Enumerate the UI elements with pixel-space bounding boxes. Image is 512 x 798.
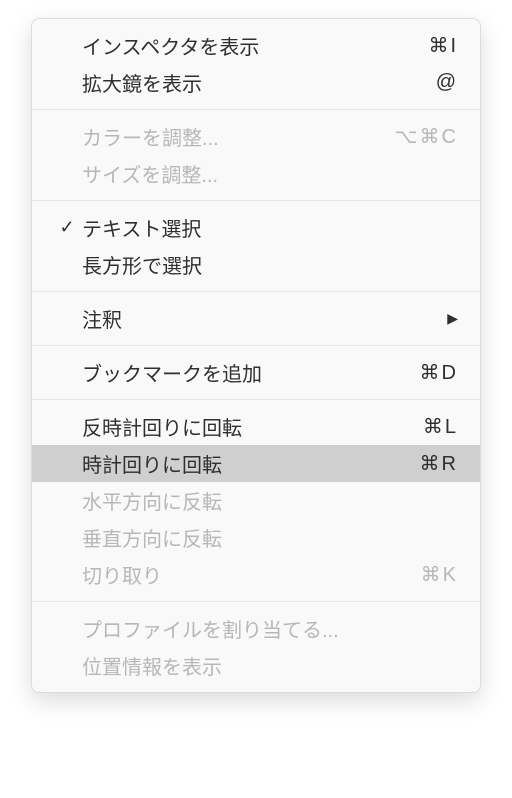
menu-item-label: 時計回りに回転	[82, 449, 420, 478]
menu-item-label: 垂直方向に反転	[82, 523, 458, 552]
menu-item-label: ブックマークを追加	[82, 358, 420, 387]
menu-item[interactable]: 長方形で選択	[32, 246, 480, 283]
check-icon: ✓	[52, 217, 82, 238]
menu-separator	[32, 109, 480, 110]
menu-separator	[32, 291, 480, 292]
menu-item-label: 長方形で選択	[82, 250, 458, 279]
menu-item-label: インスペクタを表示	[82, 31, 428, 60]
menu-item[interactable]: 拡大鏡を表示@	[32, 64, 480, 101]
context-menu: インスペクタを表示⌘I拡大鏡を表示@カラーを調整...⌥⌘Cサイズを調整...✓…	[31, 18, 481, 693]
menu-separator	[32, 345, 480, 346]
menu-item[interactable]: 反時計回りに回転⌘L	[32, 408, 480, 445]
menu-item: プロファイルを割り当てる...	[32, 610, 480, 647]
menu-item-label: 水平方向に反転	[82, 486, 458, 515]
menu-item-shortcut: ⌘K	[421, 562, 458, 587]
menu-item-label: プロファイルを割り当てる...	[82, 614, 458, 643]
menu-item[interactable]: ✓テキスト選択	[32, 209, 480, 246]
menu-item-shortcut: ⌘L	[423, 414, 458, 439]
menu-item-label: カラーを調整...	[82, 122, 395, 151]
menu-item-label: 注釈	[82, 304, 447, 333]
menu-item: 切り取り⌘K	[32, 556, 480, 593]
menu-item-label: 拡大鏡を表示	[82, 68, 436, 97]
menu-item: サイズを調整...	[32, 155, 480, 192]
menu-item: 水平方向に反転	[32, 482, 480, 519]
menu-item-label: サイズを調整...	[82, 159, 458, 188]
menu-item-shortcut: @	[436, 71, 458, 94]
menu-item-label: 切り取り	[82, 560, 421, 589]
menu-item[interactable]: 注釈▶	[32, 300, 480, 337]
menu-item: 位置情報を表示	[32, 647, 480, 684]
menu-item[interactable]: インスペクタを表示⌘I	[32, 27, 480, 64]
menu-item: カラーを調整...⌥⌘C	[32, 118, 480, 155]
menu-item-shortcut: ⌥⌘C	[395, 124, 459, 149]
menu-item-shortcut: ⌘I	[428, 33, 458, 58]
menu-separator	[32, 399, 480, 400]
menu-separator	[32, 601, 480, 602]
menu-item-label: テキスト選択	[82, 213, 458, 242]
menu-item-label: 位置情報を表示	[82, 651, 458, 680]
menu-item: 垂直方向に反転	[32, 519, 480, 556]
chevron-right-icon: ▶	[447, 310, 458, 327]
menu-item-label: 反時計回りに回転	[82, 412, 423, 441]
menu-item[interactable]: ブックマークを追加⌘D	[32, 354, 480, 391]
menu-item-shortcut: ⌘D	[420, 360, 458, 385]
menu-item-shortcut: ⌘R	[420, 451, 458, 476]
menu-item[interactable]: 時計回りに回転⌘R	[32, 445, 480, 482]
menu-separator	[32, 200, 480, 201]
